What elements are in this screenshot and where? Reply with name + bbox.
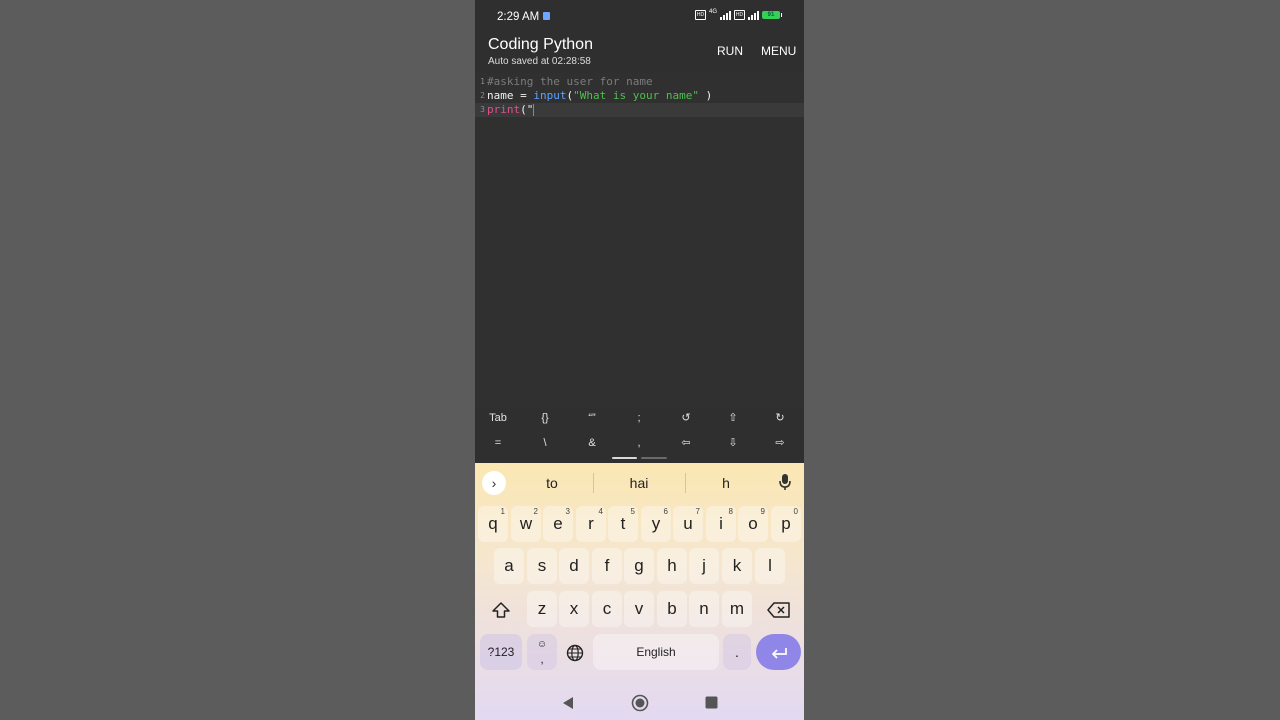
- line-number: 1: [480, 77, 485, 86]
- suggestion-item[interactable]: h: [686, 475, 766, 491]
- sim-icon: [543, 12, 550, 20]
- arrow-up-icon[interactable]: ⇧: [715, 409, 751, 427]
- tab-key[interactable]: Tab: [480, 409, 516, 427]
- microphone-icon[interactable]: [778, 473, 792, 496]
- key-m[interactable]: m: [722, 591, 752, 627]
- quotes-key[interactable]: “”: [574, 409, 610, 427]
- key-e[interactable]: e3: [543, 506, 573, 542]
- key-v[interactable]: v: [624, 591, 654, 627]
- signal-icon-2: [748, 10, 759, 20]
- ampersand-key[interactable]: &: [574, 434, 610, 452]
- backslash-key[interactable]: \: [527, 434, 563, 452]
- braces-key[interactable]: {}: [527, 409, 563, 427]
- code-text: (": [520, 103, 534, 116]
- network-type: 4G: [708, 9, 717, 15]
- arrow-down-icon[interactable]: ⇩: [715, 434, 751, 452]
- backspace-key[interactable]: [757, 591, 800, 627]
- page-indicator: [641, 457, 667, 459]
- suggestion-item[interactable]: to: [512, 475, 592, 491]
- status-time: 2:29 AM: [497, 11, 540, 23]
- backspace-icon: [766, 602, 790, 618]
- key-g[interactable]: g: [624, 548, 654, 584]
- shift-key[interactable]: [479, 591, 523, 627]
- globe-icon: [566, 644, 584, 662]
- key-h[interactable]: h: [657, 548, 687, 584]
- arrow-right-icon[interactable]: ⇨: [762, 434, 798, 452]
- run-button[interactable]: RUN: [717, 44, 743, 58]
- key-n[interactable]: n: [689, 591, 719, 627]
- key-p[interactable]: p0: [771, 506, 801, 542]
- code-comment: #asking the user for name: [487, 75, 653, 88]
- key-w[interactable]: w2: [511, 506, 541, 542]
- page-title: Coding Python: [488, 36, 593, 53]
- key-x[interactable]: x: [559, 591, 589, 627]
- code-function: input: [533, 89, 567, 102]
- key-o[interactable]: o9: [738, 506, 768, 542]
- key-d[interactable]: d: [559, 548, 589, 584]
- code-line[interactable]: 2 name = input("What is your name" ): [475, 89, 804, 103]
- key-r[interactable]: r4: [576, 506, 606, 542]
- key-i[interactable]: i8: [706, 506, 736, 542]
- back-icon[interactable]: [562, 696, 574, 710]
- volte-icon-2: HD: [734, 10, 745, 20]
- code-keyword: print: [487, 103, 521, 116]
- battery-icon: 91: [762, 11, 782, 19]
- code-string: "What is your name": [573, 89, 699, 102]
- home-icon[interactable]: [631, 694, 649, 712]
- autosave-status: Auto saved at 02:28:58: [488, 56, 591, 67]
- code-text: name =: [487, 89, 534, 102]
- status-bar: 2:29 AM HD 4G HD 91: [475, 0, 804, 34]
- suggestion-item[interactable]: hai: [599, 475, 679, 491]
- signal-icon: [720, 10, 731, 20]
- menu-button[interactable]: MENU: [761, 44, 796, 58]
- key-c[interactable]: c: [592, 591, 622, 627]
- app-bar: Coding Python Auto saved at 02:28:58 RUN…: [475, 34, 804, 72]
- code-text: ): [698, 89, 713, 102]
- redo-icon[interactable]: ↻: [762, 409, 798, 427]
- key-f[interactable]: f: [592, 548, 622, 584]
- emoji-icon: ☺: [536, 639, 548, 650]
- enter-icon: [771, 647, 787, 659]
- period-key[interactable]: .: [723, 634, 751, 670]
- code-line[interactable]: 1 #asking the user for name: [475, 75, 804, 89]
- space-key[interactable]: English: [593, 634, 719, 670]
- key-y[interactable]: y6: [641, 506, 671, 542]
- code-editor[interactable]: 1 #asking the user for name 2 name = inp…: [475, 73, 804, 407]
- volte-icon: HD: [694, 10, 706, 20]
- suggestion-divider: [593, 473, 594, 493]
- key-j[interactable]: j: [689, 548, 719, 584]
- comma-key[interactable]: ,: [621, 434, 657, 452]
- semicolon-key[interactable]: ;: [621, 409, 657, 427]
- key-b[interactable]: b: [657, 591, 687, 627]
- system-nav-bar: [475, 684, 804, 720]
- symbols-key[interactable]: ?123: [480, 634, 522, 670]
- arrow-left-icon[interactable]: ⇦: [668, 434, 704, 452]
- status-icons: HD 4G HD 91: [694, 9, 782, 20]
- key-l[interactable]: l: [755, 548, 785, 584]
- language-key[interactable]: [560, 634, 590, 670]
- key-t[interactable]: t5: [608, 506, 638, 542]
- key-z[interactable]: z: [527, 591, 557, 627]
- phone-screen: 2:29 AM HD 4G HD 91 Coding Python Auto s…: [475, 0, 804, 720]
- key-q[interactable]: q1: [478, 506, 508, 542]
- line-number: 2: [480, 91, 485, 100]
- key-s[interactable]: s: [527, 548, 557, 584]
- undo-icon[interactable]: ↺: [668, 409, 704, 427]
- shift-icon: [492, 602, 510, 618]
- extra-keys-bar: Tab {} “” ; ↺ ⇧ ↻ = \ & , ⇦ ⇩ ⇨: [475, 407, 804, 463]
- code-line-active[interactable]: 3 print(": [475, 103, 804, 117]
- key-u[interactable]: u7: [673, 506, 703, 542]
- key-k[interactable]: k: [722, 548, 752, 584]
- key-a[interactable]: a: [494, 548, 524, 584]
- chevron-right-icon[interactable]: ›: [482, 471, 506, 495]
- emoji-comma-key[interactable]: ☺ ,: [527, 634, 557, 670]
- enter-key[interactable]: [756, 634, 801, 670]
- text-cursor: [533, 104, 535, 116]
- equals-key[interactable]: =: [480, 434, 516, 452]
- line-number: 3: [480, 105, 485, 114]
- page-indicator-active: [612, 457, 637, 459]
- soft-keyboard: › to hai h q1 w2 e3 r4 t5 y6 u7 i8 o9 p0…: [475, 463, 804, 720]
- recents-icon[interactable]: [705, 696, 718, 709]
